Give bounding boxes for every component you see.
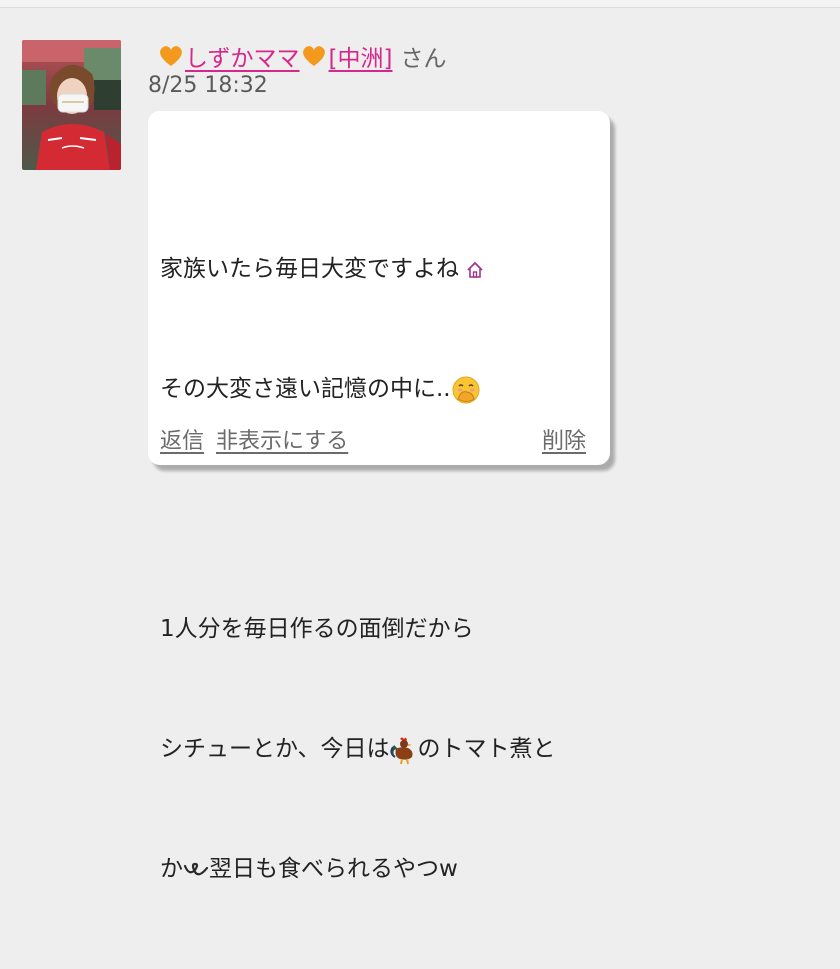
orange-heart-icon [301, 44, 327, 68]
sender-honorific: さん [400, 46, 447, 72]
message-text: 翌日も食べられるやつw [209, 856, 458, 882]
delete-link[interactable]: 削除 [542, 423, 586, 455]
sender-name: しずかママ [185, 46, 300, 72]
house-icon [466, 260, 484, 280]
sender-area-link[interactable]: [中洲] [329, 39, 393, 73]
hide-link[interactable]: 非表示にする [216, 423, 348, 455]
reply-link[interactable]: 返信 [160, 423, 204, 455]
message-text: 1人分を毎日作るの面倒だから [160, 616, 474, 642]
message-text: その大変さ遠い記憶の中に.. [160, 376, 451, 402]
message-text: シチューとか、今日は [160, 736, 390, 762]
message-text: か [160, 856, 183, 882]
message-text: のトマト煮と [417, 736, 556, 762]
face-with-hand-over-mouth-icon [451, 375, 481, 405]
message-bubble: 家族いたら毎日大変ですよね その大変さ遠い記憶の中に.. 1人分を毎日作るの面倒… [148, 111, 610, 882]
curly-loop-icon [183, 860, 209, 880]
message-timestamp: 8/25 18:32 [148, 73, 268, 98]
message-line-2: その大変さ遠い記憶の中に.. [160, 369, 556, 409]
sender-name-link[interactable]: しずかママ [158, 39, 327, 73]
avatar-photo [22, 40, 121, 170]
message-line-3: 1人分を毎日作るの面倒だから [160, 609, 556, 649]
rooster-icon [389, 735, 418, 765]
sender-line: しずかママ [中洲] さん [158, 40, 447, 72]
message-line-1: 家族いたら毎日大変ですよね [160, 249, 556, 289]
message-actions: 返信 非表示にする 削除 [160, 423, 586, 455]
message-line-4: シチューとか、今日は のトマト煮と [160, 729, 556, 769]
message-text: 家族いたら毎日大変ですよね [160, 256, 459, 282]
avatar[interactable] [22, 40, 121, 170]
top-strip [0, 0, 840, 8]
orange-heart-icon [158, 44, 184, 68]
message-line-5: か翌日も食べられるやつw [160, 849, 556, 889]
message-body: 家族いたら毎日大変ですよね その大変さ遠い記憶の中に.. 1人分を毎日作るの面倒… [160, 169, 556, 969]
